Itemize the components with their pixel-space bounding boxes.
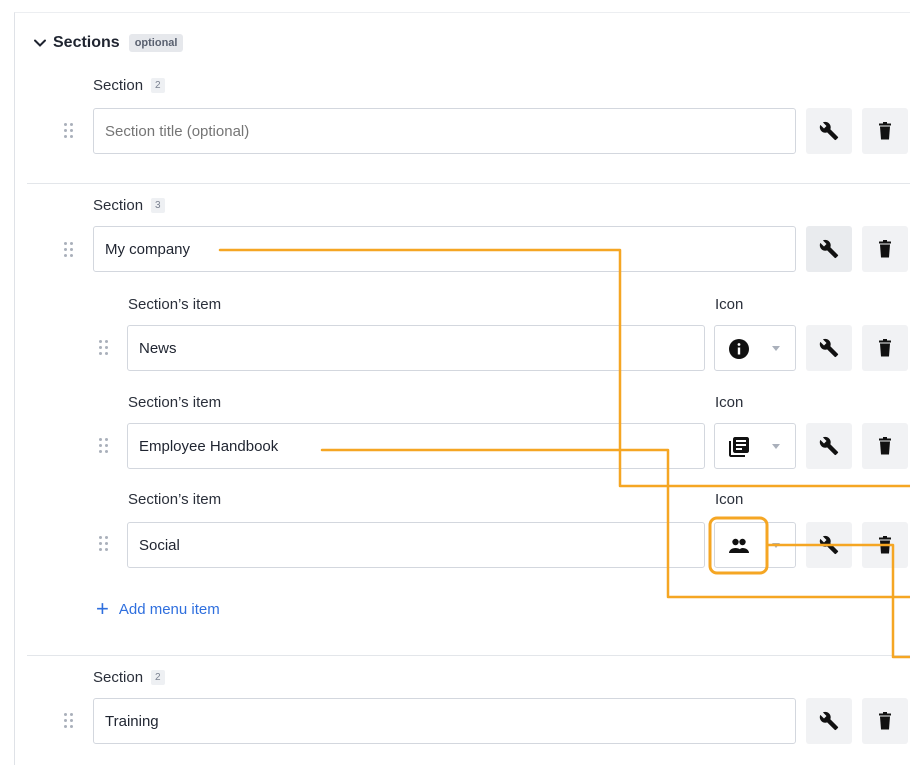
chevron-down-icon: [34, 39, 46, 47]
section-settings-button[interactable]: [806, 698, 852, 744]
section-divider: [27, 183, 910, 184]
section-divider: [27, 655, 910, 656]
item-delete-button[interactable]: [862, 522, 908, 568]
wrench-icon: [819, 436, 839, 456]
section-count: 3: [151, 198, 165, 213]
plus-icon: +: [96, 596, 109, 621]
icon-select[interactable]: [714, 423, 796, 469]
wrench-icon: [819, 121, 839, 141]
sections-title: Sections: [53, 34, 120, 51]
drag-handle-icon[interactable]: [64, 713, 74, 729]
icon-label: Icon: [715, 394, 744, 411]
section-label: Section 2: [93, 77, 165, 94]
wrench-icon: [819, 535, 839, 555]
wrench-icon: [819, 239, 839, 259]
drag-handle-icon[interactable]: [99, 340, 109, 356]
section-title-input[interactable]: [93, 108, 796, 154]
item-title-input[interactable]: Social: [127, 522, 705, 568]
info-icon: [729, 339, 749, 359]
icon-select[interactable]: [714, 325, 796, 371]
drag-handle-icon[interactable]: [99, 438, 109, 454]
wrench-icon: [819, 338, 839, 358]
section-label: Section 2: [93, 669, 165, 686]
item-label: Section’s item: [128, 491, 222, 508]
section-delete-button[interactable]: [862, 108, 908, 154]
caret-down-icon: [772, 543, 780, 548]
item-delete-button[interactable]: [862, 423, 908, 469]
item-settings-button[interactable]: [806, 423, 852, 469]
section-count: 2: [151, 670, 165, 685]
section-count: 2: [151, 78, 165, 93]
section-title-input[interactable]: Training: [93, 698, 796, 744]
trash-icon: [879, 122, 891, 140]
icon-select[interactable]: [714, 522, 796, 568]
trash-icon: [879, 339, 891, 357]
section-settings-button[interactable]: [806, 108, 852, 154]
caret-down-icon: [772, 346, 780, 351]
item-title-input[interactable]: Employee Handbook: [127, 423, 705, 469]
trash-icon: [879, 437, 891, 455]
section-settings-button[interactable]: [806, 226, 852, 272]
drag-handle-icon[interactable]: [64, 242, 74, 258]
item-label: Section’s item: [128, 394, 222, 411]
trash-icon: [879, 536, 891, 554]
trash-icon: [879, 712, 891, 730]
add-menu-item-link[interactable]: + Add menu item: [96, 598, 220, 620]
caret-down-icon: [772, 444, 780, 449]
section-delete-button[interactable]: [862, 226, 908, 272]
item-settings-button[interactable]: [806, 325, 852, 371]
trash-icon: [879, 240, 891, 258]
item-settings-button[interactable]: [806, 522, 852, 568]
item-delete-button[interactable]: [862, 325, 908, 371]
section-label: Section 3: [93, 197, 165, 214]
icon-label: Icon: [715, 491, 744, 508]
section-title-input[interactable]: My company: [93, 226, 796, 272]
icon-label: Icon: [715, 296, 744, 313]
add-menu-item-label: Add menu item: [118, 600, 220, 618]
library-books-icon: [729, 437, 749, 457]
sections-header[interactable]: Sections optional: [33, 30, 184, 56]
item-title-input[interactable]: News: [127, 325, 705, 371]
wrench-icon: [819, 711, 839, 731]
item-label: Section’s item: [128, 296, 222, 313]
people-icon: [729, 538, 749, 553]
optional-badge: optional: [128, 34, 184, 52]
drag-handle-icon[interactable]: [64, 123, 74, 139]
drag-handle-icon[interactable]: [99, 536, 109, 552]
section-delete-button[interactable]: [862, 698, 908, 744]
